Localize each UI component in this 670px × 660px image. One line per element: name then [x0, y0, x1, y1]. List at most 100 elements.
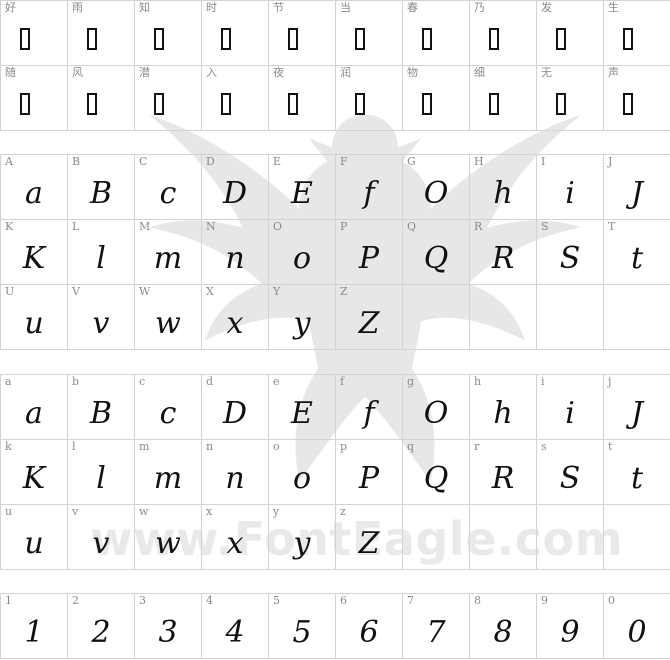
glyph-cell-label: g: [407, 375, 415, 388]
glyph-cell: KK: [1, 220, 68, 285]
glyph-cell: 77: [403, 594, 470, 659]
glyph-sample-text: l: [96, 240, 106, 276]
glyph-sample: K: [1, 454, 67, 502]
glyph-sample-text: J: [630, 395, 644, 431]
glyph-sample: J: [604, 169, 670, 217]
glyph-sample-text: Z: [358, 525, 380, 561]
glyph-cell-label: t: [608, 440, 613, 453]
glyph-sample-text: O: [423, 175, 449, 211]
glyph-cell: Aa: [1, 155, 68, 220]
glyph-sample-text: P: [358, 460, 380, 496]
missing-glyph-box: [68, 15, 134, 63]
glyph-cell: 润: [336, 66, 403, 131]
glyph-cell-label: 7: [407, 594, 414, 607]
missing-glyph-icon: [20, 28, 30, 50]
glyph-sample: 5: [269, 608, 335, 656]
glyph-sample-text: D: [222, 395, 248, 431]
glyph-cell-label: 入: [206, 66, 217, 79]
glyph-sample-text: y: [293, 525, 311, 561]
glyph-sample-text: f: [363, 395, 375, 431]
glyph-sample-text: c: [159, 175, 177, 211]
missing-glyph-icon: [288, 28, 298, 50]
glyph-cell-label: 乃: [474, 1, 485, 14]
glyph-sample-text: w: [155, 305, 181, 341]
glyph-cell: 99: [537, 594, 604, 659]
glyph-sample-text: 6: [359, 614, 379, 650]
glyph-sample-text: Z: [358, 305, 380, 341]
glyph-sample-text: a: [25, 175, 43, 211]
glyph-cell-label: 0: [608, 594, 615, 607]
glyph-cell-label: n: [206, 440, 214, 453]
glyph-cell: 生: [604, 1, 670, 66]
glyph-cell: PP: [336, 220, 403, 285]
missing-glyph-box: [202, 15, 268, 63]
glyph-cell: Hh: [470, 155, 537, 220]
uppercase-glyph-grid: AaBBCcDDEEFfGOHhIiJJKKLlMmNnOoPPQQRRSSTt…: [0, 154, 670, 350]
glyph-cell: 时: [202, 1, 269, 66]
glyph-cell-label: 物: [407, 66, 418, 79]
glyph-cell: yy: [269, 505, 336, 570]
missing-glyph-box: [537, 80, 603, 128]
glyph-cell-label: Q: [407, 220, 417, 233]
glyph-cell: [537, 285, 604, 350]
glyph-cell: Mm: [135, 220, 202, 285]
glyph-sample-text: h: [493, 395, 513, 431]
missing-glyph-icon: [422, 28, 432, 50]
glyph-sample-text: K: [22, 460, 46, 496]
glyph-cell-label: y: [273, 505, 280, 518]
glyph-sample-text: t: [630, 240, 644, 276]
glyph-cell: zZ: [336, 505, 403, 570]
glyph-sample: n: [202, 454, 268, 502]
cjk-glyph-grid: 好 雨 知 时 节 当 春 乃 发 生随 风 潜 入 夜 润 物 细 无 声: [0, 0, 670, 131]
missing-glyph-icon: [623, 93, 633, 115]
glyph-sample-text: K: [22, 240, 46, 276]
glyph-sample-text: Q: [423, 240, 449, 276]
missing-glyph-box: [1, 15, 67, 63]
glyph-sample-text: Q: [423, 460, 449, 496]
glyph-sample-text: y: [293, 305, 311, 341]
glyph-cell-label: K: [5, 220, 14, 233]
glyph-cell-label: 6: [340, 594, 347, 607]
glyph-sample: 7: [403, 608, 469, 656]
glyph-cell: Vv: [68, 285, 135, 350]
glyph-sample-text: x: [226, 525, 244, 561]
glyph-cell-label: i: [541, 375, 545, 388]
glyph-cell-label: Y: [273, 285, 281, 298]
glyph-sample-text: D: [222, 175, 248, 211]
missing-glyph-box: [403, 15, 469, 63]
missing-glyph-icon: [556, 93, 566, 115]
glyph-cell: Tt: [604, 220, 670, 285]
glyph-cell: cc: [135, 375, 202, 440]
glyph-cell: BB: [68, 155, 135, 220]
missing-glyph-icon: [221, 28, 231, 50]
glyph-sample: 3: [135, 608, 201, 656]
glyph-cell-label: c: [139, 375, 146, 388]
glyph-sample-text: B: [89, 175, 113, 211]
glyph-cell-label: R: [474, 220, 483, 233]
glyph-cell: xx: [202, 505, 269, 570]
glyph-cell-label: s: [541, 440, 547, 453]
glyph-sample: t: [604, 234, 670, 282]
glyph-sample-text: v: [92, 525, 110, 561]
missing-glyph-box: [537, 15, 603, 63]
glyph-cell-label: D: [206, 155, 215, 168]
glyph-cell: RR: [470, 220, 537, 285]
glyph-cell: Uu: [1, 285, 68, 350]
glyph-sample: v: [68, 519, 134, 567]
missing-glyph-box: [470, 80, 536, 128]
glyph-cell-label: 声: [608, 66, 619, 79]
glyph-sample-text: P: [358, 240, 380, 276]
glyph-sample-text: x: [226, 305, 244, 341]
glyph-sample: i: [537, 389, 603, 437]
glyph-cell-label: S: [541, 220, 549, 233]
glyph-cell-label: 节: [273, 1, 284, 14]
glyph-sample-text: 0: [627, 614, 647, 650]
glyph-sample: E: [269, 389, 335, 437]
glyph-cell-label: 5: [273, 594, 280, 607]
glyph-sample: x: [202, 299, 268, 347]
glyph-cell-label: V: [72, 285, 80, 298]
glyph-cell: Nn: [202, 220, 269, 285]
glyph-sample: u: [1, 519, 67, 567]
glyph-cell: ll: [68, 440, 135, 505]
glyph-cell-label: 1: [5, 594, 12, 607]
